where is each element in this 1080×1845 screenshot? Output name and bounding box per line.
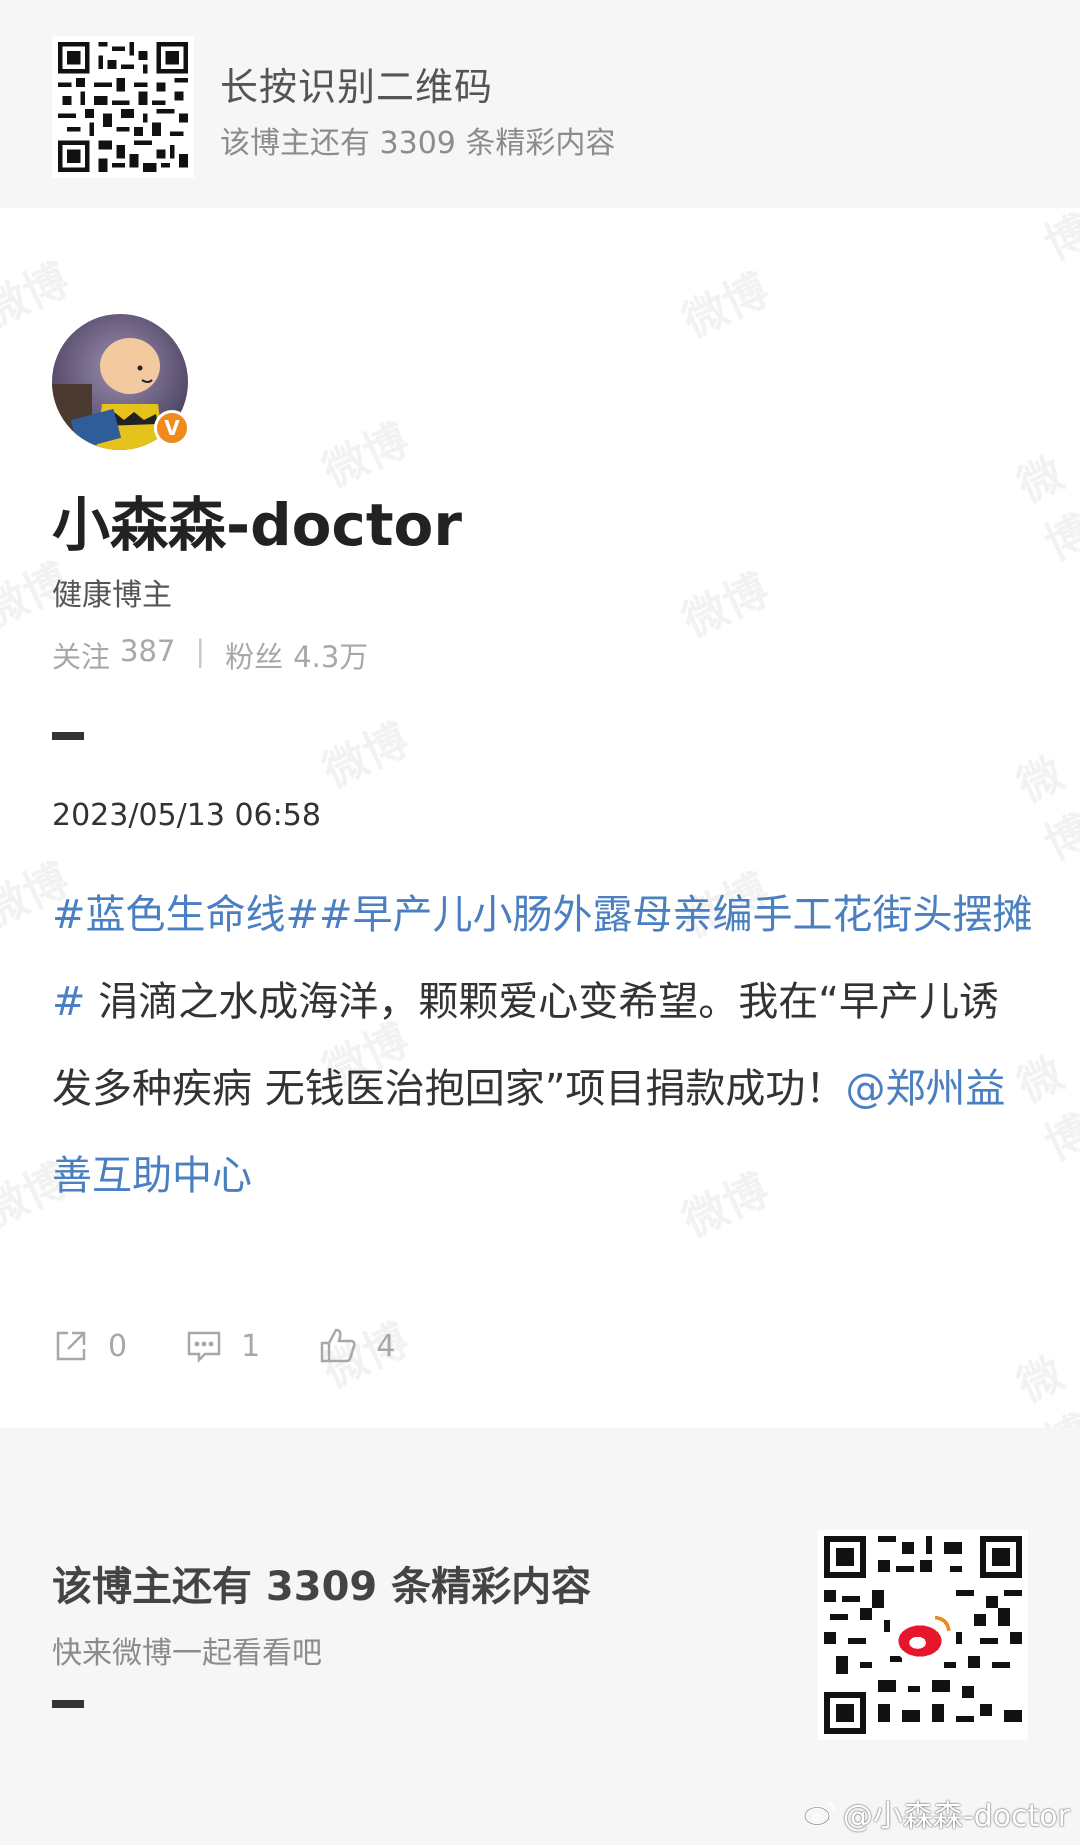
user-category-tag: 健康博主 <box>52 578 172 613</box>
like-icon <box>320 1328 356 1363</box>
follow-stats: 关注 387 | 粉丝 4.3万 <box>52 634 368 676</box>
watermark-text: 微博 <box>1009 747 1080 871</box>
repost-count: 0 <box>108 1328 128 1364</box>
fans-count: 4.3万 <box>293 640 369 674</box>
qr-banner[interactable]: 长按识别二维码 该博主还有 3309 条精彩内容 <box>0 0 1080 208</box>
fans-label: 粉丝 <box>225 640 284 674</box>
bottom-promo-panel: 该博主还有 3309 条精彩内容 快来微博一起看看吧 @小森森-doctor <box>0 1428 1080 1845</box>
like-count: 4 <box>376 1328 396 1364</box>
post-content: #蓝色生命线##早产儿小肠外露母亲编手工花街头摆摊# 涓滴之水成海洋，颗颗爱心变… <box>52 872 1036 1220</box>
comment-icon <box>187 1331 221 1364</box>
watermark-text: 微博 <box>675 264 777 348</box>
promo-subtitle: 快来微博一起看看吧 <box>52 1636 322 1671</box>
comment-count: 1 <box>241 1328 261 1364</box>
promo-title: 该博主还有 3309 条精彩内容 <box>52 1564 592 1610</box>
watermark-text: 微博 <box>315 714 417 798</box>
section-divider <box>52 732 84 740</box>
hashtag-link[interactable]: #蓝色生命线# <box>52 892 319 938</box>
section-divider <box>52 1700 84 1708</box>
scan-prompt: 长按识别二维码 <box>220 65 494 109</box>
following-count: 387 <box>120 634 176 668</box>
content-count-text: 该博主还有 3309 条精彩内容 <box>220 126 616 161</box>
watermark-text: 微博 <box>1009 447 1080 571</box>
verified-badge-icon: V <box>154 410 190 446</box>
post-actions: 0 1 4 <box>52 1326 453 1366</box>
qr-code-icon[interactable] <box>818 1530 1028 1740</box>
avatar[interactable]: V <box>52 314 190 450</box>
author-watermark: @小森森-doctor <box>803 1791 1070 1835</box>
qr-code-icon[interactable] <box>52 36 194 178</box>
stats-separator: | <box>195 634 206 668</box>
like-button[interactable]: 4 <box>318 1326 395 1366</box>
watermark-text: 微博 <box>675 564 777 648</box>
weibo-logo-icon <box>803 1803 835 1826</box>
following-label: 关注 <box>52 640 111 674</box>
author-watermark-text: @小森森-doctor <box>842 1799 1070 1834</box>
post-timestamp: 2023/05/13 06:58 <box>52 798 321 833</box>
repost-icon <box>56 1331 86 1361</box>
repost-button[interactable]: 0 <box>52 1327 127 1365</box>
username[interactable]: 小森森-doctor <box>52 478 462 562</box>
comment-button[interactable]: 1 <box>185 1327 260 1365</box>
